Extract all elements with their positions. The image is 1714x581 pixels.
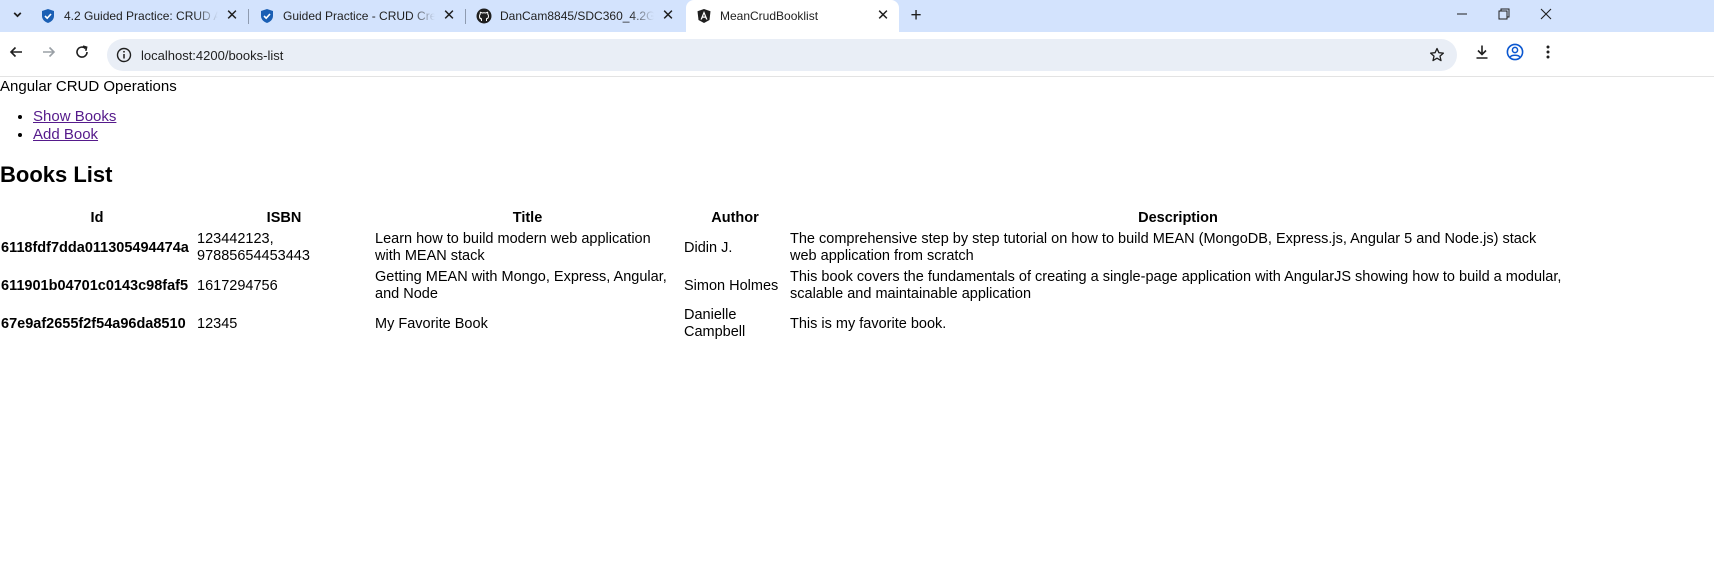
tab-search-button[interactable]: [6, 5, 28, 27]
address-bar[interactable]: localhost:4200/books-list: [107, 39, 1457, 71]
tab-meancrudbooklist[interactable]: MeanCrudBooklist ✕: [686, 0, 899, 32]
tab-title: MeanCrudBooklist: [720, 9, 819, 23]
tab-title: Guided Practice - CRUD Create: [283, 9, 435, 23]
tab-guided-practice-crud-create[interactable]: Guided Practice - CRUD Create ✕: [249, 0, 465, 32]
url-text: localhost:4200/books-list: [141, 47, 284, 63]
more-vertical-icon: [1540, 44, 1556, 65]
nav-item-add-book: Add Book: [33, 126, 116, 144]
app-title: Angular CRUD Operations: [0, 78, 177, 95]
tab-title: DanCam8845/SDC360_4.2GP: CR: [500, 9, 654, 23]
arrow-right-icon: [41, 44, 57, 65]
profile-button[interactable]: [1503, 42, 1527, 66]
downloads-button[interactable]: [1470, 42, 1494, 66]
book-isbn: 1617294756: [197, 277, 278, 294]
tab-strip: 4.2 Guided Practice: CRUD Appl ✕ Guided …: [0, 0, 1714, 32]
book-description: This book covers the fundamentals of cre…: [790, 269, 1562, 302]
minimize-button[interactable]: [1440, 0, 1484, 32]
angular-icon: [696, 8, 712, 24]
book-isbn: 123442123, 97885654453443: [197, 231, 310, 264]
shield-check-icon: [259, 8, 275, 24]
show-books-link[interactable]: Show Books: [33, 108, 116, 125]
shield-check-icon: [40, 8, 56, 24]
add-book-link[interactable]: Add Book: [33, 126, 98, 143]
book-author: Didin J.: [684, 239, 733, 256]
book-id: 67e9af2655f2f54a96da8510: [1, 315, 186, 332]
column-header-id: Id: [90, 210, 104, 226]
back-button[interactable]: [4, 42, 28, 66]
tab-title: 4.2 Guided Practice: CRUD Appl: [64, 9, 218, 23]
bookmark-star-icon[interactable]: [1429, 47, 1445, 63]
new-tab-button[interactable]: +: [905, 5, 927, 27]
book-title: Learn how to build modern web applicatio…: [375, 231, 651, 264]
table-row: 611901b04701c0143c98faf5 1617294756 Gett…: [0, 268, 1567, 304]
app-nav: Show Books Add Book: [0, 108, 116, 143]
page-title: Books List: [0, 162, 113, 187]
column-header-description: Description: [1138, 210, 1218, 226]
book-isbn: 12345: [197, 315, 238, 332]
close-icon[interactable]: ✕: [224, 8, 240, 24]
forward-button[interactable]: [37, 42, 61, 66]
book-author: Simon Holmes: [684, 277, 779, 294]
browser-toolbar: localhost:4200/books-list: [0, 32, 1714, 77]
table-header-row: Id ISBN Title Author Description: [0, 209, 1567, 228]
close-icon[interactable]: ✕: [875, 8, 891, 24]
plus-icon: +: [910, 5, 922, 26]
profile-icon: [1506, 43, 1524, 66]
minimize-icon: [1456, 7, 1468, 25]
table-row: 67e9af2655f2f54a96da8510 12345 My Favori…: [0, 306, 1567, 342]
book-title: My Favorite Book: [375, 315, 488, 332]
close-icon[interactable]: ✕: [660, 8, 676, 24]
chevron-down-icon: [12, 9, 23, 23]
book-author: Danielle Campbell: [684, 307, 746, 340]
book-description: This is my favorite book.: [790, 315, 947, 332]
close-icon[interactable]: ✕: [441, 8, 457, 24]
restore-button[interactable]: [1482, 0, 1526, 32]
nav-item-show-books: Show Books: [33, 108, 116, 126]
tab-github-repo[interactable]: DanCam8845/SDC360_4.2GP: CR ✕: [466, 0, 684, 32]
column-header-isbn: ISBN: [266, 210, 302, 226]
restore-icon: [1498, 7, 1510, 25]
book-id: 6118fdf7dda011305494474a: [1, 239, 189, 256]
close-icon: [1540, 7, 1552, 25]
github-icon: [476, 8, 492, 24]
reload-button[interactable]: [70, 42, 94, 66]
book-title: Getting MEAN with Mongo, Express, Angula…: [375, 269, 667, 302]
download-icon: [1474, 44, 1490, 65]
reload-icon: [74, 44, 90, 65]
book-description: The comprehensive step by step tutorial …: [790, 231, 1537, 264]
close-window-button[interactable]: [1524, 0, 1568, 32]
column-header-author: Author: [711, 210, 759, 226]
table-row: 6118fdf7dda011305494474a 123442123, 9788…: [0, 230, 1567, 266]
column-header-title: Title: [512, 210, 543, 226]
book-id: 611901b04701c0143c98faf5: [1, 277, 189, 294]
tab-guided-practice-crud-app[interactable]: 4.2 Guided Practice: CRUD Appl ✕: [30, 0, 248, 32]
site-info-icon[interactable]: [116, 47, 132, 63]
books-table: Id ISBN Title Author Description 6118fdf…: [0, 207, 1569, 344]
arrow-left-icon: [8, 44, 24, 65]
menu-button[interactable]: [1536, 42, 1560, 66]
